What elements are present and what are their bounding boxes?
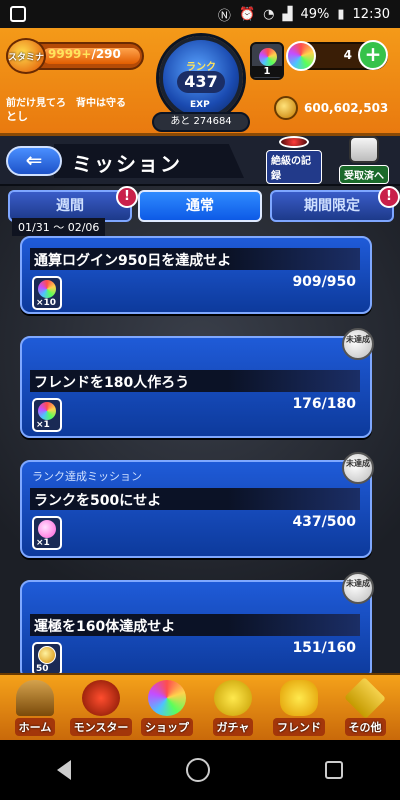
player-name: とし	[6, 110, 28, 123]
nav-monster[interactable]: モンスター	[69, 676, 133, 736]
exp-label: EXP	[190, 100, 210, 110]
back-button[interactable]: ⇐	[6, 146, 62, 176]
egg-orb-icon	[38, 520, 56, 538]
gem-counter: 4 +	[286, 40, 388, 71]
signal-icon: ▟	[282, 6, 293, 22]
mission-card[interactable]: 未達成 フレンドを180人作ろう ×1 176/180	[20, 328, 374, 438]
tab-normal-label: 通常	[186, 198, 214, 214]
orb-box-icon	[259, 48, 277, 66]
player-comment: 前だけ見てろ 背中は守る	[6, 98, 126, 109]
nav-friend[interactable]: フレンド	[268, 676, 330, 736]
buy-gems-button[interactable]: +	[358, 40, 388, 70]
mission-progress: 176/180	[292, 396, 356, 412]
stamina-icon: スタミナ	[6, 38, 46, 74]
page-title: ミッション	[72, 152, 182, 176]
gem-icon	[286, 41, 316, 71]
alert-badge-icon: !	[116, 186, 138, 208]
mission-name: 運極を160体達成せよ	[34, 619, 176, 635]
android-back-icon[interactable]	[57, 760, 72, 780]
clock: 12:30	[352, 6, 390, 22]
nav-gacha-label: ガチャ	[212, 718, 254, 736]
mission-name: フレンドを180人作ろう	[34, 375, 190, 391]
luck-badge-icon	[38, 646, 56, 664]
stamina-current: 9999+	[48, 47, 92, 61]
reward-icon: ×10	[32, 276, 62, 310]
monster-icon	[82, 680, 120, 716]
mission-name: ランクを500にせよ	[34, 493, 162, 509]
reward-icon: ×1	[32, 398, 62, 432]
rainbow-orb-icon	[38, 280, 56, 298]
nav-other-label: その他	[344, 718, 386, 736]
reward-quantity: 50	[36, 664, 49, 673]
mission-card[interactable]: 通算ログイン950日を達成せよ ×10 909/950	[20, 236, 372, 314]
nav-monster-label: モンスター	[69, 718, 133, 736]
home-gate-icon	[16, 680, 54, 716]
stamina-meter[interactable]: スタミナ 9999+/290	[6, 38, 144, 74]
android-status-bar: Ⓝ ⏰ ◔ ▟ 49% ▮ 12:30	[0, 0, 400, 28]
other-menu-icon	[344, 677, 386, 719]
tab-limited-label: 期間限定	[304, 198, 360, 214]
record-icon	[279, 136, 309, 148]
status-seal: 未達成	[342, 328, 374, 360]
reward-quantity: ×1	[36, 420, 50, 430]
android-recents-icon[interactable]	[324, 761, 343, 779]
mission-category: ランク達成ミッション	[32, 470, 142, 483]
orb-box-button[interactable]: 1	[250, 42, 284, 80]
status-seal: 未達成	[342, 452, 374, 484]
mission-progress: 909/950	[292, 274, 356, 290]
exp-remaining: あと 274684	[152, 112, 250, 132]
nav-home[interactable]: ホーム	[4, 676, 66, 736]
mission-progress: 437/500	[292, 514, 356, 530]
record-label: 絶級の記録	[266, 150, 322, 184]
tab-limited[interactable]: 期間限定 !	[270, 186, 400, 222]
battery-percent: 49%	[300, 6, 330, 22]
record-button[interactable]: 絶級の記録	[266, 136, 322, 184]
wifi-icon: ◔	[263, 6, 275, 22]
nfc-icon: Ⓝ	[217, 8, 231, 24]
alarm-icon: ⏰	[238, 6, 256, 22]
stamina-text: 9999+/290	[48, 47, 121, 61]
mission-screen: ⇐ ミッション 絶級の記録 受取済へ 週間 ! 通常 期間限定 ! 01/31 …	[0, 136, 400, 673]
reward-quantity: ×10	[36, 298, 57, 308]
alert-badge-icon: !	[378, 186, 400, 208]
nav-other[interactable]: その他	[334, 676, 396, 736]
friend-balloons-icon	[280, 680, 318, 716]
orb-box-count: 1	[252, 66, 282, 77]
reward-icon: 50	[32, 642, 62, 673]
received-button[interactable]: 受取済へ	[336, 136, 392, 184]
gold-amount: 600,602,503	[304, 101, 389, 115]
nav-gacha[interactable]: ガチャ	[202, 676, 264, 736]
nav-shop-label: ショップ	[141, 718, 193, 736]
gold-coin-icon	[274, 96, 298, 120]
reward-quantity: ×1	[36, 538, 50, 548]
stamina-max: /290	[91, 47, 121, 61]
tab-normal[interactable]: 通常	[138, 190, 262, 222]
battery-icon: ▮	[337, 6, 345, 22]
mission-name: 通算ログイン950日を達成せよ	[34, 253, 232, 269]
mission-card[interactable]: 未達成 運極を160体達成せよ 50 151/160	[20, 572, 374, 673]
status-seal: 未達成	[342, 572, 374, 604]
nav-shop[interactable]: ショップ	[136, 676, 198, 736]
bottom-nav: ホーム モンスター ショップ ガチャ フレンド その他	[0, 673, 400, 740]
nav-home-label: ホーム	[14, 718, 56, 736]
mission-progress: 151/160	[292, 640, 356, 656]
mission-list[interactable]: 通算ログイン950日を達成せよ ×10 909/950 未達成 フレンドを180…	[0, 232, 400, 673]
app-notification-icon	[10, 6, 26, 22]
gacha-egg-icon	[214, 680, 252, 716]
received-label: 受取済へ	[339, 165, 389, 184]
reward-icon: ×1	[32, 516, 62, 550]
received-icon	[349, 136, 379, 163]
gem-count: 4	[343, 48, 352, 62]
android-home-icon[interactable]	[185, 758, 210, 782]
mission-card[interactable]: 未達成 ランク達成ミッション ランクを500にせよ ×1 437/500	[20, 452, 374, 558]
nav-friend-label: フレンド	[273, 718, 325, 736]
android-nav-bar	[0, 740, 400, 800]
shop-orb-icon	[148, 680, 186, 716]
title-bar: ⇐ ミッション 絶級の記録 受取済へ	[0, 136, 400, 186]
gold-counter: 600,602,503	[274, 96, 394, 122]
top-hud: スタミナ 9999+/290 前だけ見てろ 背中は守る とし ランク 437 E…	[0, 28, 400, 136]
tab-weekly-label: 週間	[56, 198, 84, 214]
rainbow-orb-icon	[38, 402, 56, 420]
rank-value: 437	[177, 71, 225, 93]
